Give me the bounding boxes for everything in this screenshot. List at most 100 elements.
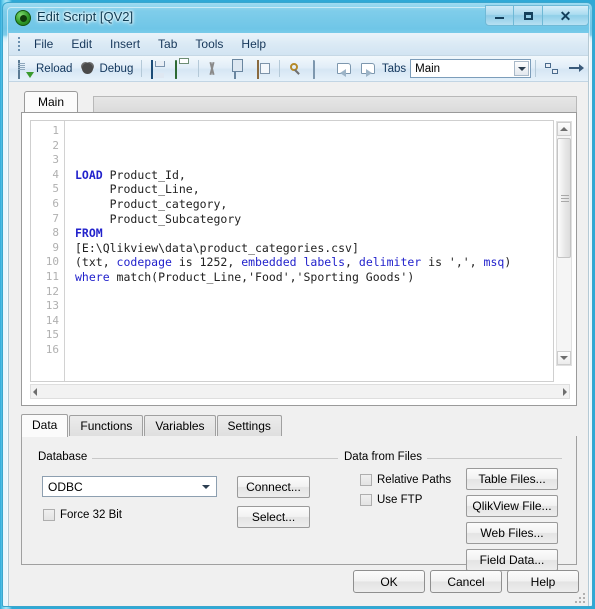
line-number: 10 [45,255,59,269]
editor-horizontal-scrollbar[interactable] [30,384,570,399]
checkbox-box[interactable] [360,474,372,486]
qlikview-ball-icon [15,10,31,26]
line-number: 4 [52,167,59,181]
menu-item-tab[interactable]: Tab [149,35,186,53]
scroll-right-button[interactable] [563,387,567,396]
code-line: LOAD Product_Id, [75,168,553,183]
reload-button[interactable]: Reload [13,58,76,80]
next-tab-button[interactable] [356,58,380,80]
checkbox-box[interactable] [43,509,55,521]
chevron-down-icon[interactable] [198,479,214,494]
line-number: 12 [45,284,59,298]
debug-button[interactable]: Debug [76,58,137,80]
vertical-scroll-thumb[interactable] [557,138,571,258]
use-ftp-checkbox[interactable]: Use FTP [360,494,422,506]
code-line: (txt, codepage is 1252, embedded labels,… [75,255,553,270]
prev-tab-button[interactable] [332,58,356,80]
menu-item-edit[interactable]: Edit [62,35,101,53]
line-number: 8 [52,226,59,240]
next-tab-icon [360,63,375,77]
paste-icon [255,59,271,79]
connect-button[interactable]: Connect... [237,476,310,498]
force-32-bit-checkbox[interactable]: Force 32 Bit [43,509,122,521]
menu-item-insert[interactable]: Insert [101,35,149,53]
toolbar-separator [141,60,143,77]
line-number: 13 [45,299,59,313]
minimize-button[interactable] [485,5,514,26]
menu-item-help[interactable]: Help [232,35,275,53]
tab-data[interactable]: Data [21,414,69,437]
menu-item-tools[interactable]: Tools [186,35,232,53]
reorder-tabs-button[interactable] [540,58,564,80]
code-line: Product_Line, [75,182,553,197]
window-controls: ✕ [485,5,589,27]
line-number: 9 [52,240,59,254]
maximize-icon [523,11,533,20]
tab-variables[interactable]: Variables [144,415,216,437]
print-icon [174,59,190,79]
line-number: 1 [52,124,59,137]
open-folder-button[interactable] [308,58,332,80]
title-bar[interactable]: Edit Script [QV2] ✕ [3,3,592,33]
cut-button[interactable] [203,58,227,80]
script-editor[interactable]: 1 2 3 4 5 6 7 8 9 10 11 12 13 14 15 16 LOAD Product_Id,… [30,120,554,382]
cancel-button[interactable]: Cancel [430,570,502,593]
editor-line-numbers: 1 2 3 4 5 6 7 8 9 10 11 12 13 14 15 16 [31,121,65,381]
select-button[interactable]: Select... [237,506,310,528]
web-files-button[interactable]: Web Files... [466,522,558,544]
field-data-button[interactable]: Field Data... [466,549,558,571]
script-panel: Main 1 2 3 4 5 6 7 8 9 10 11 12 13 14 15 16 LOAD Produc… [21,91,577,406]
toolbar-separator [198,60,199,77]
save-button[interactable] [146,58,170,80]
database-type-value: ODBC [48,479,83,494]
copy-button[interactable] [227,58,251,80]
line-number: 2 [52,138,59,152]
scroll-left-button[interactable] [33,387,37,396]
qlikview-file-button[interactable]: QlikView File... [466,495,558,517]
database-type-combo[interactable]: ODBC [42,476,217,497]
tab-settings[interactable]: Settings [216,415,282,437]
checkbox-box[interactable] [360,494,372,506]
code-token: Product_Subcategory [75,211,242,226]
table-files-button[interactable]: Table Files... [466,468,558,490]
menu-grip-icon[interactable] [14,36,23,52]
maximize-button[interactable] [514,5,543,26]
paste-button[interactable] [251,58,275,80]
scroll-up-button[interactable] [557,122,571,136]
line-number: 7 [52,211,59,225]
tab-functions[interactable]: Functions [69,415,144,437]
save-icon [150,59,166,79]
menu-item-file[interactable]: File [25,35,62,53]
line-number: 14 [45,313,59,327]
search-button[interactable] [284,58,308,80]
code-token: msq [483,255,505,270]
code-token: Product_Id, [102,167,186,182]
help-button[interactable]: Help [507,570,579,593]
code-token: Product_Line, [75,182,200,197]
editor-vertical-scrollbar[interactable] [556,121,572,366]
code-token: is 1252, [171,255,242,270]
scroll-down-button[interactable] [557,351,571,365]
print-button[interactable] [170,58,194,80]
copy-icon [231,59,247,79]
chevron-down-icon[interactable] [514,61,530,76]
editor-code[interactable]: LOAD Product_Id, Product_Line, Product_c… [65,121,553,381]
ok-button[interactable]: OK [353,570,425,593]
prev-tab-icon [336,63,351,77]
code-token: , [345,255,359,270]
reorder-tabs-icon [544,61,560,77]
code-token: ) [504,255,512,270]
close-button[interactable]: ✕ [543,5,589,26]
goto-button[interactable] [564,58,588,80]
tabs-combo[interactable]: Main [410,59,532,78]
script-tab-filler [93,96,577,113]
relative-paths-checkbox[interactable]: Relative Paths [360,474,451,486]
resize-grip[interactable] [573,591,585,603]
script-tab-main[interactable]: Main [24,91,79,113]
debug-label: Debug [99,62,134,75]
